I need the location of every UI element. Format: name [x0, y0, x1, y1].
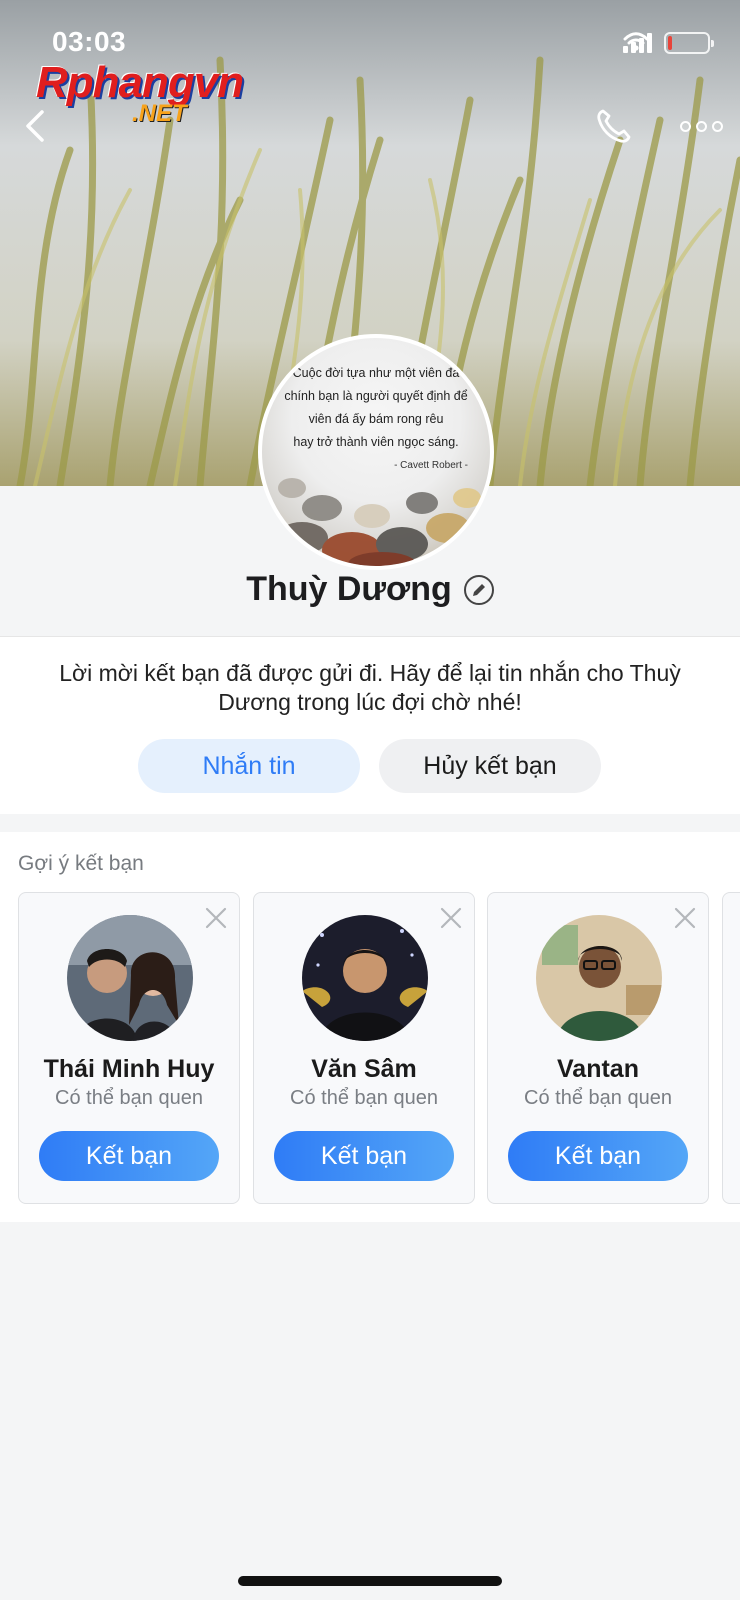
close-icon	[440, 907, 462, 929]
edit-name-button[interactable]	[463, 574, 494, 605]
add-friend-button[interactable]: Kết bạn	[39, 1131, 219, 1181]
quote-line: viên đá ấy bám rong rêu	[308, 412, 444, 426]
status-time: 03:03	[52, 26, 127, 57]
suggestion-name: Thái Minh Huy	[43, 1055, 215, 1083]
friend-request-message: Lời mời kết bạn đã được gửi đi. Hãy để l…	[59, 660, 681, 715]
more-dot-icon	[696, 120, 707, 132]
phone-icon	[597, 109, 631, 143]
status-icons	[623, 32, 714, 54]
quote-author: - Cavett Robert -	[394, 460, 468, 471]
profile-name: Thuỳ Dương	[246, 570, 452, 608]
avatar[interactable]	[67, 915, 193, 1041]
suggestion-card[interactable]: Vantan Có thể bạn quen Kết bạn	[487, 892, 709, 1204]
profile-name-row: Thuỳ Dương	[0, 570, 740, 609]
message-button[interactable]: Nhắn tin	[138, 739, 360, 793]
close-icon	[205, 907, 227, 929]
battery-icon	[664, 32, 714, 54]
suggestion-card-peek[interactable]	[722, 892, 740, 1204]
call-button[interactable]	[594, 106, 634, 146]
more-button[interactable]	[680, 114, 724, 138]
close-icon	[674, 907, 696, 929]
suggestion-card[interactable]: Thái Minh Huy Có thể bạn quen Kết bạn	[18, 892, 240, 1204]
profile-avatar[interactable]: Cuộc đời tựa như một viên đá chính bạn l…	[258, 334, 494, 570]
pencil-icon	[472, 583, 485, 596]
suggestion-subtitle: Có thể bạn quen	[524, 1087, 672, 1109]
suggestion-subtitle: Có thể bạn quen	[55, 1087, 203, 1109]
suggestion-card[interactable]: Văn Sâm Có thể bạn quen Kết bạn	[253, 892, 475, 1204]
more-dot-icon	[680, 120, 691, 132]
avatar[interactable]	[536, 915, 662, 1041]
more-dot-icon	[712, 120, 723, 132]
cancel-friend-request-button[interactable]: Hủy kết bạn	[379, 739, 601, 793]
man-glasses-photo	[536, 915, 662, 1041]
home-indicator[interactable]	[238, 1576, 502, 1586]
avatar[interactable]	[302, 915, 428, 1041]
watermark-logo: Rphangvn .NET	[36, 58, 262, 130]
man-photo	[302, 915, 428, 1041]
suggestion-subtitle: Có thể bạn quen	[290, 1087, 438, 1109]
friend-suggestions: Gợi ý kết bạn Thái Minh Huy Có thể bạn q…	[0, 832, 740, 1222]
quote-line: chính bạn là người quyết định để	[284, 389, 468, 403]
suggestion-name: Vantan	[557, 1055, 639, 1083]
couple-photo	[67, 915, 193, 1041]
dismiss-suggestion-button[interactable]	[440, 907, 462, 929]
quote-line: hay trở thành viên ngọc sáng.	[293, 435, 459, 449]
friend-request-card: Lời mời kết bạn đã được gửi đi. Hãy để l…	[0, 636, 740, 814]
wifi-icon	[623, 32, 649, 51]
quote-line: Cuộc đời tựa như một viên đá	[292, 366, 460, 380]
dismiss-suggestion-button[interactable]	[205, 907, 227, 929]
watermark-suffix: .NET	[132, 100, 187, 127]
dismiss-suggestion-button[interactable]	[674, 907, 696, 929]
suggestions-title: Gợi ý kết bạn	[18, 852, 144, 875]
avatar-quote: Cuộc đời tựa như một viên đá chính bạn l…	[262, 362, 490, 454]
add-friend-button[interactable]: Kết bạn	[508, 1131, 688, 1181]
chevron-left-icon	[26, 110, 44, 142]
add-friend-button[interactable]: Kết bạn	[274, 1131, 454, 1181]
suggestion-name: Văn Sâm	[311, 1055, 417, 1083]
back-button[interactable]	[20, 106, 50, 146]
